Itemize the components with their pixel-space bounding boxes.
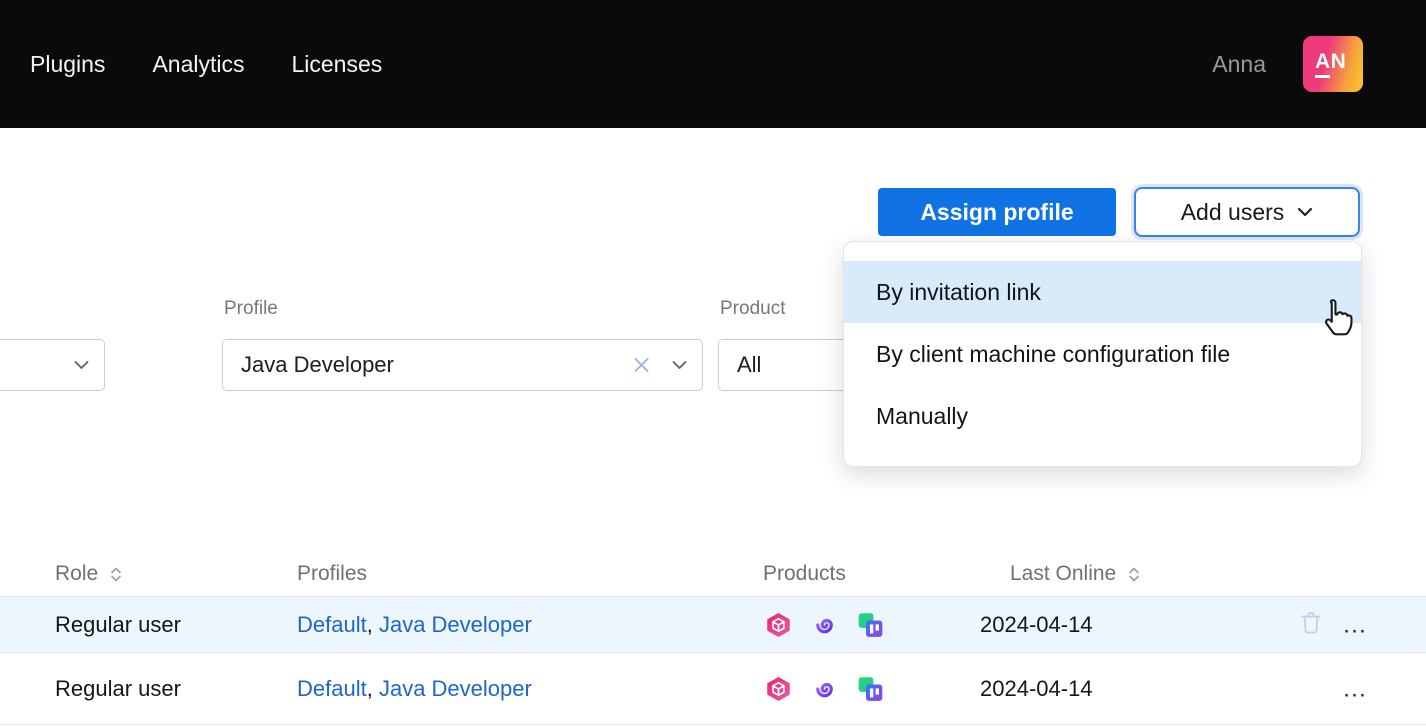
table-row[interactable]: Regular user Default, Java Developer 202…: [0, 597, 1426, 653]
avatar-initials: AN: [1315, 51, 1346, 72]
row-role: Regular user: [55, 612, 181, 638]
column-header-profiles-label: Profiles: [297, 562, 367, 586]
add-users-menu: By invitation link By client machine con…: [843, 241, 1362, 467]
add-users-button[interactable]: Add users: [1134, 187, 1360, 237]
hexagon-magenta-product-icon: [765, 611, 792, 638]
menu-item-manually[interactable]: Manually: [844, 385, 1361, 447]
profiles-separator: ,: [367, 612, 379, 637]
profile-link-default[interactable]: Default: [297, 676, 367, 701]
top-nav-bar: Plugins Analytics Licenses Anna AN: [0, 0, 1426, 128]
avatar-underscore: [1315, 75, 1330, 78]
row-products: [765, 611, 884, 638]
squares-green-blue-product-icon: [857, 611, 884, 638]
profiles-separator: ,: [367, 676, 379, 701]
nav-item-plugins[interactable]: Plugins: [30, 51, 105, 78]
user-name[interactable]: Anna: [1212, 51, 1266, 78]
row-last-online: 2024-04-14: [980, 676, 1093, 702]
clear-icon[interactable]: [633, 357, 650, 374]
profile-filter-label: Profile: [224, 298, 278, 320]
profile-link-java-developer[interactable]: Java Developer: [379, 676, 532, 701]
column-header-profiles: Profiles: [297, 552, 367, 596]
sort-icon: [1128, 566, 1140, 583]
more-actions-button[interactable]: …: [1342, 674, 1367, 703]
add-users-button-label: Add users: [1181, 199, 1285, 226]
row-profiles: Default, Java Developer: [297, 676, 532, 702]
column-header-last-online-label: Last Online: [1010, 562, 1116, 586]
product-filter-label: Product: [720, 298, 785, 320]
profile-link-java-developer[interactable]: Java Developer: [379, 612, 532, 637]
chevron-down-icon: [1297, 207, 1313, 217]
squares-green-blue-product-icon: [857, 675, 884, 702]
left-edge-select[interactable]: [0, 339, 105, 391]
row-last-online: 2024-04-14: [980, 612, 1093, 638]
trash-icon[interactable]: [1298, 609, 1324, 640]
column-header-products: Products: [763, 552, 846, 596]
row-role: Regular user: [55, 676, 181, 702]
profile-link-default[interactable]: Default: [297, 612, 367, 637]
hexagon-magenta-product-icon: [765, 675, 792, 702]
more-actions-button[interactable]: …: [1342, 610, 1367, 639]
row-profiles: Default, Java Developer: [297, 612, 532, 638]
nav-item-licenses[interactable]: Licenses: [291, 51, 382, 78]
column-header-last-online[interactable]: Last Online: [1010, 552, 1140, 596]
column-header-products-label: Products: [763, 562, 846, 586]
product-select-value: All: [737, 352, 761, 378]
main-nav: Plugins Analytics Licenses: [30, 0, 382, 128]
row-products: [765, 675, 884, 702]
nav-item-analytics[interactable]: Analytics: [152, 51, 244, 78]
chevron-down-icon: [672, 361, 687, 370]
sort-icon: [110, 566, 122, 583]
menu-item-by-client-machine-configuration-file[interactable]: By client machine configuration file: [844, 323, 1361, 385]
profile-select[interactable]: Java Developer: [222, 339, 703, 391]
spiral-purple-product-icon: [811, 611, 838, 638]
avatar[interactable]: AN: [1303, 36, 1363, 92]
table-row[interactable]: Regular user Default, Java Developer 202…: [0, 653, 1426, 725]
column-header-role-label: Role: [55, 562, 98, 586]
table-header-row: Role Profiles Products Last Online: [0, 552, 1426, 596]
assign-profile-button[interactable]: Assign profile: [878, 188, 1116, 236]
user-box: Anna AN: [1212, 0, 1363, 128]
chevron-down-icon: [74, 361, 89, 370]
menu-item-by-invitation-link[interactable]: By invitation link: [844, 261, 1361, 323]
column-header-role[interactable]: Role: [55, 552, 122, 596]
spiral-purple-product-icon: [811, 675, 838, 702]
profile-select-value: Java Developer: [241, 352, 394, 378]
